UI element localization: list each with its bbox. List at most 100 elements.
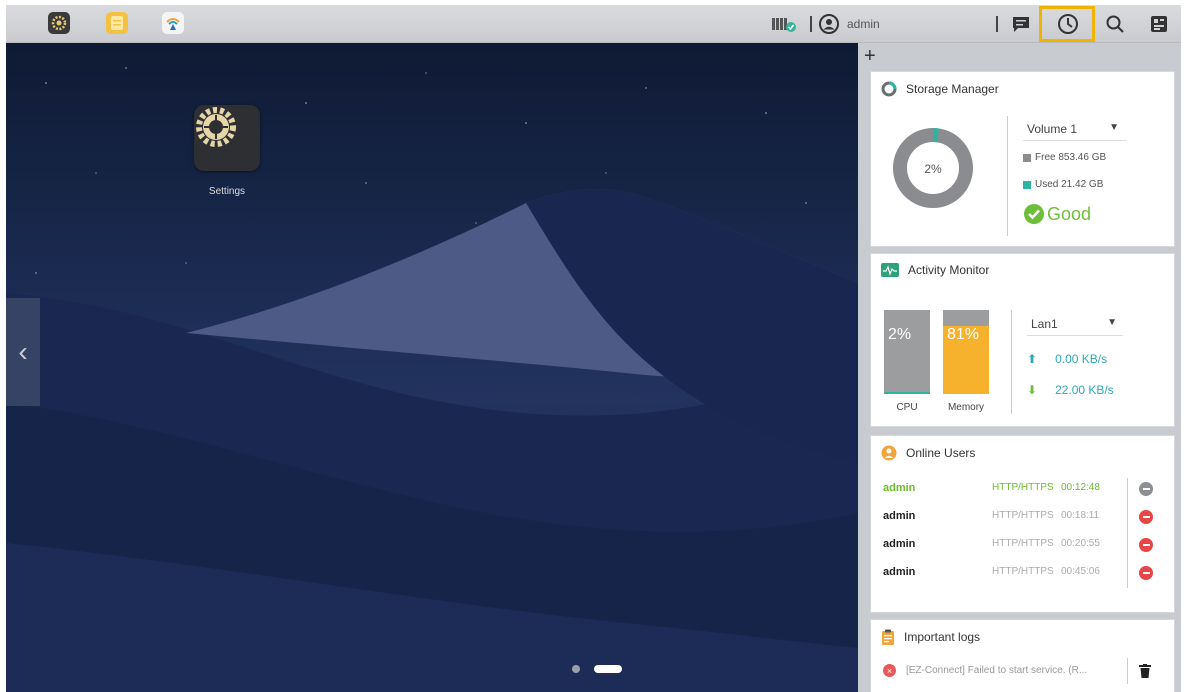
settings-desktop-icon[interactable] — [194, 105, 260, 171]
storage-percent-label: 2% — [924, 162, 942, 176]
volume-select-value: Volume 1 — [1027, 122, 1078, 136]
disconnect-user-button[interactable] — [1139, 510, 1153, 524]
user-name: admin — [883, 566, 916, 578]
error-icon: × — [883, 664, 896, 677]
check-circle-icon — [1024, 204, 1044, 224]
upload-rate: ⬆ 0.00 KB/s — [1027, 352, 1107, 366]
gear-icon — [51, 15, 67, 31]
desktop-wallpaper: Settings ‹ — [6, 43, 858, 692]
chevron-left-icon: ‹ — [18, 336, 28, 367]
dashboard-highlight — [1039, 6, 1095, 42]
cpu-usage-label: 2% — [888, 326, 912, 343]
user-menu[interactable]: admin — [819, 14, 880, 34]
user-time: 00:12:48 — [1061, 482, 1100, 493]
users-widget-title: Online Users — [906, 446, 976, 460]
log-entry: × [EZ-Connect] Failed to start service. … — [883, 664, 1087, 677]
user-protocol: HTTP/HTTPS — [992, 566, 1054, 577]
storage-icon — [881, 81, 897, 97]
storage-status: Good — [1023, 203, 1091, 225]
user-protocol: HTTP/HTTPS — [992, 482, 1054, 493]
username-label: admin — [847, 17, 880, 31]
disconnect-user-button[interactable] — [1139, 538, 1153, 552]
cpu-usage-bar: 2% — [884, 310, 930, 394]
arrow-up-icon: ⬆ — [1027, 352, 1038, 366]
dunes-wallpaper — [6, 67, 858, 692]
taskbar-app-settings[interactable] — [48, 12, 70, 34]
interface-select[interactable]: Lan1 ▼ — [1027, 314, 1123, 336]
users-icon — [881, 445, 897, 461]
ez-connect-icon — [166, 18, 180, 30]
upload-rate-label: 0.00 KB/s — [1055, 352, 1108, 366]
interface-select-value: Lan1 — [1031, 317, 1058, 331]
gear-icon — [196, 107, 236, 147]
cpu-caption: CPU — [896, 402, 918, 413]
activity-widget-title: Activity Monitor — [908, 263, 990, 277]
user-time: 00:18:11 — [1061, 510, 1100, 521]
desktop-window: Settings ‹ admin + Storage Manager 2% Vo… — [6, 5, 1181, 692]
chevron-down-icon: ▼ — [1107, 317, 1117, 328]
free-space-legend: Free 853.46 GB — [1023, 152, 1106, 163]
disconnect-user-button[interactable] — [1139, 566, 1153, 580]
free-space-label: Free 853.46 GB — [1035, 152, 1107, 163]
user-icon — [819, 14, 839, 34]
used-color-swatch — [1023, 180, 1031, 189]
divider — [1127, 658, 1128, 684]
download-rate-label: 22.00 KB/s — [1055, 383, 1114, 397]
trash-icon[interactable] — [1139, 664, 1151, 678]
disconnect-icon — [1139, 482, 1153, 496]
note-icon — [111, 16, 123, 30]
taskbar-separator — [810, 16, 812, 32]
message-icon — [1013, 17, 1029, 32]
users-widget-header: Online Users — [881, 445, 975, 461]
user-row: admin HTTP/HTTPS 00:12:48 — [883, 482, 1133, 500]
storage-manager-widget[interactable]: Storage Manager 2% Volume 1 ▼ Free 853.4… — [870, 71, 1175, 247]
storage-status-icon — [772, 18, 796, 32]
page-dot-2-current[interactable] — [594, 665, 622, 673]
download-rate: ⬇ 22.00 KB/s — [1027, 383, 1114, 397]
add-widget-button[interactable]: + — [864, 45, 876, 68]
logs-widget-header: Important logs — [881, 629, 980, 645]
user-time: 00:45:06 — [1061, 566, 1100, 577]
page-indicator — [572, 665, 622, 673]
user-row: admin HTTP/HTTPS 00:18:11 — [883, 510, 1133, 528]
memory-usage-bar: 81% — [943, 310, 989, 394]
settings-desktop-label: Settings — [208, 186, 246, 197]
user-protocol: HTTP/HTTPS — [992, 538, 1054, 549]
taskbar-app-ez-connect[interactable] — [162, 12, 184, 34]
logs-widget-title: Important logs — [904, 630, 981, 644]
notifications-button[interactable] — [1008, 11, 1034, 37]
taskbar-app-notes[interactable] — [106, 12, 128, 34]
used-space-legend: Used 21.42 GB — [1023, 179, 1103, 190]
user-name: admin — [883, 482, 916, 494]
chevron-down-icon: ▼ — [1109, 122, 1119, 133]
plus-icon: + — [864, 45, 876, 67]
previous-page-button[interactable]: ‹ — [6, 298, 40, 406]
user-name: admin — [883, 510, 916, 522]
search-button[interactable] — [1102, 11, 1128, 37]
important-logs-widget[interactable]: Important logs × [EZ-Connect] Failed to … — [870, 619, 1175, 692]
user-row: admin HTTP/HTTPS 00:20:55 — [883, 538, 1133, 556]
memory-caption: Memory — [947, 402, 985, 413]
divider — [1011, 310, 1012, 414]
log-entry-text: [EZ-Connect] Failed to start service. (R… — [906, 665, 1088, 676]
user-name: admin — [883, 538, 916, 550]
user-time: 00:20:55 — [1061, 538, 1100, 549]
cpu-usage-fill — [884, 392, 930, 394]
widget-panel: + Storage Manager 2% Volume 1 ▼ Free 853… — [858, 43, 1181, 692]
taskbar: admin — [6, 5, 1181, 43]
storage-donut-chart: 2% — [893, 128, 973, 208]
arrow-down-icon: ⬇ — [1027, 383, 1038, 397]
used-space-label: Used 21.42 GB — [1035, 179, 1104, 190]
volume-select[interactable]: Volume 1 ▼ — [1023, 119, 1127, 141]
free-color-swatch — [1023, 153, 1031, 162]
widget-button[interactable] — [1146, 11, 1172, 37]
online-users-widget[interactable]: Online Users admin HTTP/HTTPS 00:12:48 a… — [870, 435, 1175, 613]
storage-status-label: Good — [1047, 203, 1092, 224]
storage-widget-title: Storage Manager — [906, 82, 999, 96]
clipboard-icon — [882, 629, 894, 645]
activity-monitor-widget[interactable]: Activity Monitor 2% 81% CPU Memory Lan1 … — [870, 253, 1175, 427]
storage-status-button[interactable] — [771, 11, 797, 37]
storage-widget-header: Storage Manager — [881, 81, 999, 97]
page-dot-1[interactable] — [572, 665, 580, 673]
taskbar-separator — [996, 16, 998, 32]
